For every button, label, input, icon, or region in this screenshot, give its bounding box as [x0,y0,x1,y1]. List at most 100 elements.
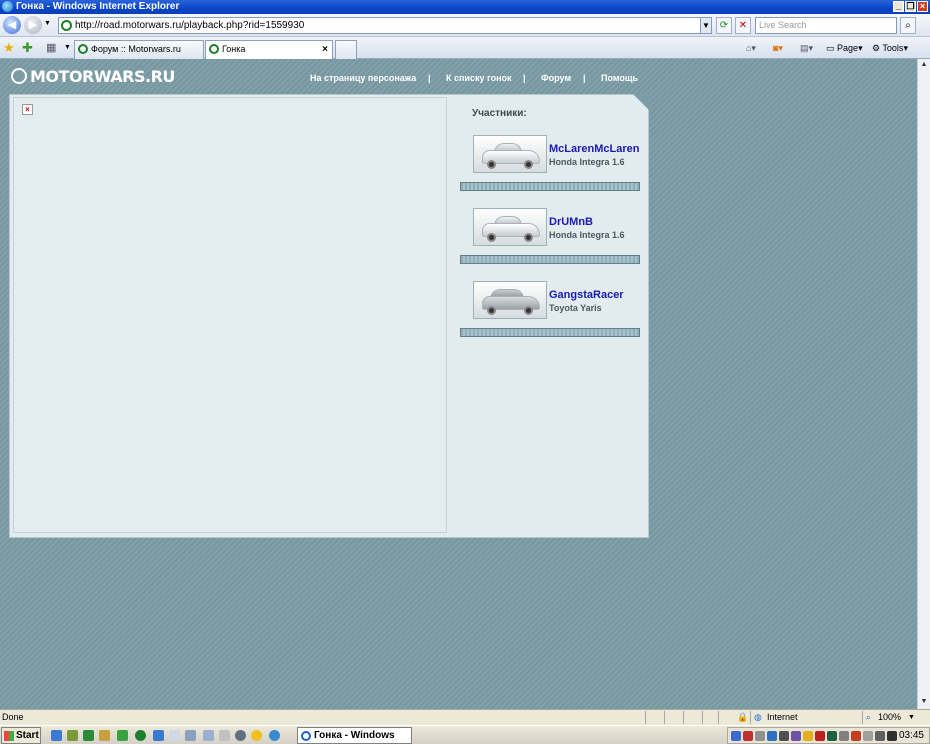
search-input[interactable]: Live Search [755,17,897,34]
tray-icon[interactable] [851,731,861,741]
quicklaunch-icon[interactable] [203,730,214,741]
system-tray: 03:45 [727,727,930,744]
participants-heading: Участники: [472,108,527,119]
nav-link-help[interactable]: Помощь [601,73,638,83]
quicklaunch-icon[interactable] [135,730,146,741]
nav-separator: | [428,73,431,83]
quick-tabs-icon[interactable]: ▦ [46,41,56,54]
close-window-button[interactable]: × [917,1,928,12]
taskbar-window-button[interactable]: Гонка - Windows Inte... [297,727,412,744]
tray-icon[interactable] [827,731,837,741]
stop-icon[interactable]: ✕ [735,17,751,34]
racer-name-link[interactable]: GangstaRacer [549,289,624,301]
racer-name-link[interactable]: DrUMnB [549,216,593,228]
page-icon: ▭ [826,43,835,53]
tab-list-dropdown-icon[interactable]: ▼ [64,44,71,51]
address-toolbar: ◀ ▶ ▼ http://road.motorwars.ru/playback.… [0,14,930,37]
panel-corner-fold [633,94,649,110]
quicklaunch-icon[interactable] [269,730,280,741]
window-title-bar: Гонка - Windows Internet Explorer _ ❐ × [0,0,930,14]
internet-zone-icon: ◍ [754,712,762,722]
tray-icon[interactable] [839,731,849,741]
history-dropdown-icon[interactable]: ▼ [44,20,51,27]
tray-icon[interactable] [803,731,813,741]
favorites-star-icon[interactable]: ★ [3,40,15,56]
zoom-dropdown-icon[interactable]: ▼ [908,710,915,725]
racer-car-model: Honda Integra 1.6 [549,157,625,167]
quicklaunch-icon[interactable] [99,730,110,741]
vertical-scrollbar[interactable]: ▲ ▼ [917,59,930,709]
forward-button[interactable]: ▶ [24,16,42,34]
logo-mark-icon [11,68,27,84]
ie-icon [301,731,311,741]
back-button[interactable]: ◀ [3,16,21,34]
quicklaunch-icon[interactable] [251,730,262,741]
tray-icon[interactable] [863,731,873,741]
quicklaunch-icon[interactable] [219,730,230,741]
page-menu-label: Page [837,43,859,53]
quicklaunch-icon[interactable] [185,730,196,741]
home-icon[interactable]: ⌂▾ [746,41,756,56]
security-zone-label[interactable]: Internet [767,710,798,725]
car-image[interactable] [473,281,547,319]
address-url: http://road.motorwars.ru/playback.php?ri… [75,20,305,31]
address-dropdown-icon[interactable]: ▼ [700,17,712,34]
car-image[interactable] [473,208,547,246]
tray-icon[interactable] [887,731,897,741]
tab-forum[interactable]: Форум :: Motorwars.ru [74,40,204,59]
tray-icon[interactable] [779,731,789,741]
quicklaunch-icon[interactable] [67,730,78,741]
lock-icon: 🔒 [737,712,749,722]
address-bar[interactable]: http://road.motorwars.ru/playback.php?ri… [58,17,712,34]
tray-icon[interactable] [743,731,753,741]
refresh-icon[interactable]: ⟳ [716,17,732,34]
minimize-button[interactable]: _ [893,1,904,12]
racer-card: DrUMnB Honda Integra 1.6 [460,208,640,266]
tools-menu-label: Tools [882,43,904,53]
racer-progress-bar [460,328,640,337]
search-icon[interactable]: ⌕ [900,17,916,34]
quicklaunch-icon[interactable] [153,730,164,741]
close-tab-icon[interactable]: × [322,41,328,58]
taskbar: Start Гонка - Windows Inte... 03:45 [0,725,930,744]
gear-icon: ⚙ [872,43,881,53]
tab-bar: ★ ✚ ▦ ▼ Форум :: Motorwars.ru Гонка × ⌂▾… [0,37,930,59]
start-button[interactable]: Start [1,727,41,744]
tab-race[interactable]: Гонка × [205,40,333,59]
tray-icon[interactable] [791,731,801,741]
quicklaunch-icon[interactable] [51,730,62,741]
site-logo[interactable]: MOTORWARS.RU [11,67,175,86]
feeds-icon[interactable]: ◙▾ [773,41,783,56]
tab-favicon-icon [209,44,219,54]
tools-menu[interactable]: ⚙ Tools▾ [872,41,908,56]
page-viewport: MOTORWARS.RU На страницу персонажа | К с… [0,59,917,709]
car-image[interactable] [473,135,547,173]
scroll-down-icon[interactable]: ▼ [918,696,930,708]
quicklaunch-icon[interactable] [235,730,246,741]
tray-icon[interactable] [815,731,825,741]
nav-separator: | [583,73,586,83]
new-tab-button[interactable] [335,40,357,59]
tray-icon[interactable] [875,731,885,741]
nav-link-character[interactable]: На страницу персонажа [310,73,416,83]
add-favorites-icon[interactable]: ✚ [22,40,33,56]
tray-icon[interactable] [755,731,765,741]
quicklaunch-icon[interactable] [117,730,128,741]
racer-name-link[interactable]: McLarenMcLaren [549,143,639,155]
restore-button[interactable]: ❐ [905,1,916,12]
site-logo-text: MOTORWARS.RU [30,67,175,86]
status-text: Done [2,712,24,722]
print-icon[interactable]: ▤▾ [800,41,813,56]
page-menu[interactable]: ▭ Page▾ [826,41,863,56]
racer-card: GangstaRacer Toyota Yaris [460,281,640,339]
nav-link-race-list[interactable]: К списку гонок [446,73,512,83]
racer-car-model: Honda Integra 1.6 [549,230,625,240]
scroll-up-icon[interactable]: ▲ [918,59,930,71]
quicklaunch-icon[interactable] [83,730,94,741]
tab-label: Гонка [222,44,246,54]
zoom-level[interactable]: 100% [878,710,901,725]
nav-link-forum[interactable]: Форум [541,73,571,83]
tray-icon[interactable] [731,731,741,741]
quicklaunch-icon[interactable] [169,730,180,741]
tray-icon[interactable] [767,731,777,741]
